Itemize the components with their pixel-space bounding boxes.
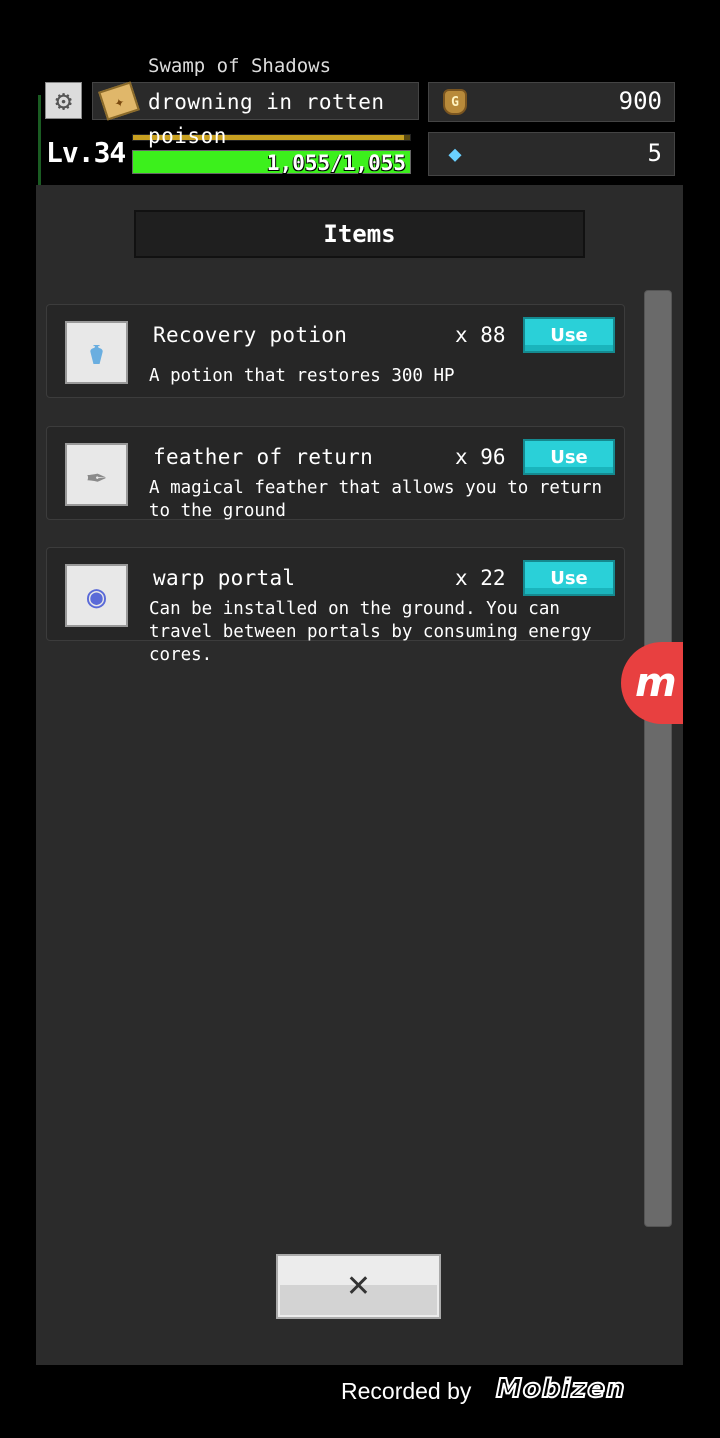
use-button[interactable]: Use bbox=[523, 317, 615, 353]
item-quantity: x 22 bbox=[455, 566, 506, 590]
panel-title: Items bbox=[134, 210, 585, 258]
gem-counter: ◆ 5 bbox=[428, 132, 675, 176]
close-button[interactable]: ✕ bbox=[276, 1254, 441, 1319]
mobizen-logo-icon: m bbox=[635, 660, 677, 706]
gear-icon: ⚙ bbox=[55, 83, 72, 117]
item-row-feather-of-return: ✒ feather of return x 96 Use A magical f… bbox=[46, 426, 625, 521]
portal-swirl-icon: ◉ bbox=[65, 564, 128, 627]
area-name: Swamp of Shadows bbox=[148, 56, 332, 77]
hp-value: 1,055/1,055 bbox=[266, 151, 406, 175]
item-name: warp portal bbox=[153, 566, 296, 590]
use-button[interactable]: Use bbox=[523, 439, 615, 475]
gold-counter: G 900 bbox=[428, 82, 675, 122]
mobizen-watermark: Mobizen bbox=[495, 1373, 626, 1405]
gem-value: 5 bbox=[647, 139, 662, 167]
recorded-by-label: Recorded by bbox=[341, 1378, 472, 1404]
item-row-recovery-potion: ⚱ Recovery potion x 88 Use A potion that… bbox=[46, 304, 625, 398]
item-name: feather of return bbox=[153, 445, 374, 469]
quest-text-line1: drowning in rotten bbox=[148, 90, 385, 114]
gold-bag-icon: G bbox=[443, 89, 467, 115]
hp-bar: 1,055/1,055 bbox=[132, 150, 411, 175]
close-icon: ✕ bbox=[345, 1269, 372, 1304]
item-quantity: x 96 bbox=[455, 445, 506, 469]
quest-text-line2: poison bbox=[148, 124, 227, 148]
feather-quill-icon: ✒ bbox=[65, 443, 128, 506]
item-row-warp-portal: ◉ warp portal x 22 Use Can be installed … bbox=[46, 547, 625, 665]
scrollbar[interactable] bbox=[644, 290, 672, 1227]
player-level: Lv.34 bbox=[46, 136, 126, 169]
rainbow-gem-icon: ◆ bbox=[448, 141, 462, 167]
item-name: Recovery potion bbox=[153, 323, 348, 347]
use-button[interactable]: Use bbox=[523, 560, 615, 596]
gold-value: 900 bbox=[618, 87, 662, 115]
item-quantity: x 88 bbox=[455, 323, 506, 347]
potion-bottle-icon: ⚱ bbox=[65, 321, 128, 384]
item-description: A magical feather that allows you to ret… bbox=[149, 478, 603, 521]
item-description: Can be installed on the ground. You can … bbox=[149, 599, 592, 665]
settings-button[interactable]: ⚙ bbox=[45, 82, 82, 119]
item-description: A potion that restores 300 HP bbox=[149, 366, 455, 386]
